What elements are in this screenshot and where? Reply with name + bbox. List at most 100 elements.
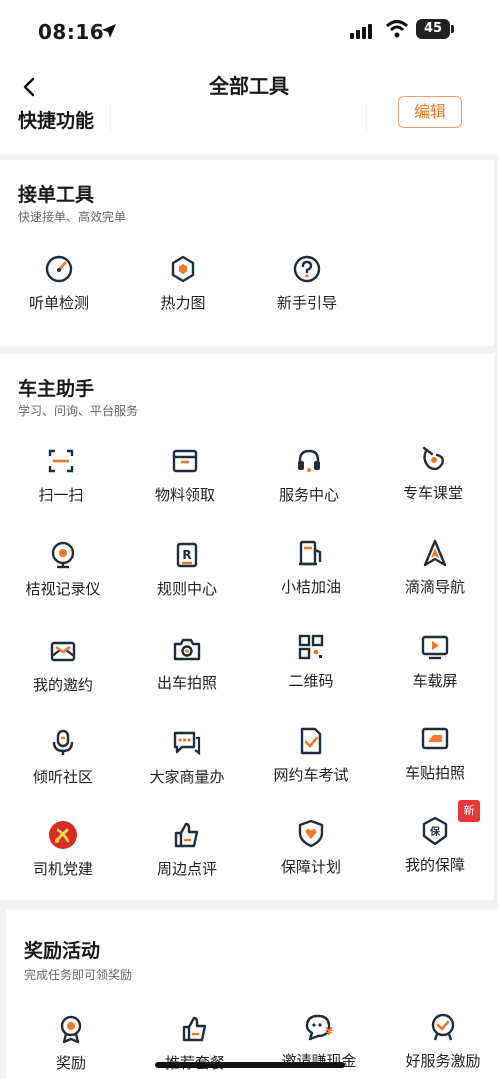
tool-label: 物料领取 bbox=[154, 486, 215, 504]
tool-departure-photo[interactable]: 出车拍照 bbox=[132, 634, 242, 693]
tool-scan[interactable]: 扫一扫 bbox=[6, 446, 116, 505]
headset-icon bbox=[298, 449, 320, 472]
tool-community[interactable]: 倾听社区 bbox=[8, 728, 118, 787]
chat-icon bbox=[173, 731, 201, 756]
section-rewards: 奖励活动 完成任务即可领奖励 奖励 推荐套餐 ¥ 邀请赚现金 好服务激励 bbox=[6, 910, 498, 1079]
tool-label: 网约车考试 bbox=[273, 766, 349, 784]
tool-label: 专车课堂 bbox=[402, 484, 463, 502]
tool-label: 司机党建 bbox=[32, 860, 93, 878]
tool-fuel[interactable]: 小桔加油 bbox=[256, 538, 366, 597]
svg-text:R: R bbox=[182, 548, 191, 562]
tool-listen-check[interactable]: 听单检测 bbox=[4, 254, 114, 313]
edit-button[interactable]: 编辑 bbox=[398, 96, 462, 128]
home-indicator[interactable] bbox=[155, 1062, 345, 1068]
section-subtitle: 快速接单、高效完单 bbox=[18, 210, 127, 224]
photo-icon bbox=[173, 638, 201, 661]
tool-discuss[interactable]: 大家商量办 bbox=[132, 728, 242, 787]
tool-label: 出车拍照 bbox=[156, 674, 217, 692]
tool-label: 车贴拍照 bbox=[404, 764, 465, 782]
tool-label: 大家商量办 bbox=[149, 768, 225, 786]
scan-icon bbox=[48, 449, 74, 473]
tool-car-screen[interactable]: 车载屏 bbox=[380, 632, 490, 691]
tool-protection-plan[interactable]: 保障计划 bbox=[256, 818, 366, 877]
section-title: 接单工具 bbox=[18, 184, 95, 206]
page-title: 全部工具 bbox=[209, 74, 289, 98]
location-arrow-icon bbox=[102, 24, 116, 38]
thumbs-up-icon bbox=[182, 1016, 207, 1042]
microphone-icon bbox=[52, 729, 74, 755]
tool-label: 规则中心 bbox=[156, 580, 217, 598]
section-order-tools: 接单工具 快速接单、高效完单 听单检测 热力图 新手引导 bbox=[0, 160, 494, 346]
tool-navigation[interactable]: 滴滴导航 bbox=[380, 538, 490, 597]
tool-label: 好服务激励 bbox=[405, 1052, 481, 1070]
tool-label: 奖励 bbox=[55, 1054, 86, 1072]
tool-class[interactable]: 专车课堂 bbox=[378, 444, 488, 503]
tool-material[interactable]: 物料领取 bbox=[130, 446, 240, 505]
camera-recorder-icon bbox=[51, 541, 75, 569]
insurance-icon: 保 bbox=[422, 816, 448, 846]
party-emblem-icon bbox=[49, 821, 77, 849]
status-time: 08:16 bbox=[38, 20, 105, 44]
tool-my-invitation[interactable]: 我的邀约 bbox=[8, 636, 118, 695]
tool-label: 服务中心 bbox=[278, 486, 339, 504]
tool-my-insurance[interactable]: 保 我的保障 新 bbox=[380, 800, 490, 875]
divider bbox=[110, 104, 111, 134]
tool-good-service-incentive[interactable]: 好服务激励 bbox=[388, 1012, 498, 1071]
tool-label: 周边点评 bbox=[156, 860, 217, 878]
tool-label: 听单检测 bbox=[28, 294, 89, 312]
tool-service-center[interactable]: 服务中心 bbox=[254, 446, 364, 505]
tool-party-building[interactable]: 司机党建 bbox=[8, 820, 118, 879]
section-title: 车主助手 bbox=[18, 378, 95, 400]
tool-beginner-guide[interactable]: 新手引导 bbox=[252, 254, 362, 313]
tool-exam[interactable]: 网约车考试 bbox=[256, 726, 366, 785]
battery-cap bbox=[451, 25, 454, 33]
section-subtitle: 学习、问询、平台服务 bbox=[18, 404, 139, 418]
rules-icon: R bbox=[176, 542, 198, 568]
tool-label: 保障计划 bbox=[280, 858, 341, 876]
cash-chat-icon: ¥ bbox=[305, 1014, 333, 1041]
battery-indicator: 45 bbox=[416, 19, 450, 39]
divider bbox=[366, 104, 367, 134]
tool-rewards[interactable]: 奖励 bbox=[16, 1014, 126, 1073]
class-icon bbox=[422, 446, 445, 471]
sticker-icon bbox=[421, 727, 449, 750]
svg-text:保: 保 bbox=[429, 825, 441, 838]
tool-label: 二维码 bbox=[288, 672, 334, 690]
tool-label: 新手引导 bbox=[276, 294, 337, 312]
tool-sticker-photo[interactable]: 车贴拍照 bbox=[380, 724, 490, 783]
section-title: 奖励活动 bbox=[24, 940, 101, 962]
svg-text:¥: ¥ bbox=[325, 1025, 333, 1038]
package-icon bbox=[172, 449, 198, 473]
question-icon bbox=[293, 255, 321, 283]
fuel-icon bbox=[299, 540, 322, 566]
tool-label: 热力图 bbox=[160, 294, 206, 312]
tool-qrcode[interactable]: 二维码 bbox=[256, 632, 366, 691]
hexagon-icon bbox=[171, 255, 195, 283]
tool-label: 我的保障 bbox=[404, 856, 465, 874]
exam-icon bbox=[300, 727, 322, 755]
tool-rules-center[interactable]: R 规则中心 bbox=[132, 540, 242, 599]
screen-icon bbox=[421, 635, 449, 660]
badge-check-icon bbox=[431, 1013, 455, 1041]
tool-label: 桔视记录仪 bbox=[25, 580, 101, 598]
tool-label: 车载屏 bbox=[412, 672, 458, 690]
tool-label: 小桔加油 bbox=[280, 578, 341, 596]
page-header: 全部工具 快捷功能 编辑 bbox=[0, 64, 498, 154]
new-badge: 新 bbox=[458, 800, 480, 822]
qrcode-icon bbox=[298, 634, 324, 660]
wifi-icon bbox=[385, 20, 409, 38]
tool-label: 我的邀约 bbox=[32, 676, 93, 694]
tool-label: 倾听社区 bbox=[32, 768, 93, 786]
tool-heatmap[interactable]: 热力图 bbox=[128, 254, 238, 313]
tool-dashcam[interactable]: 桔视记录仪 bbox=[8, 540, 118, 599]
thumbs-up-icon bbox=[174, 822, 199, 848]
navigation-icon bbox=[423, 539, 447, 567]
quick-functions-label: 快捷功能 bbox=[18, 110, 95, 132]
status-bar: 08:16 45 bbox=[0, 0, 498, 64]
tool-nearby-review[interactable]: 周边点评 bbox=[132, 820, 242, 879]
tool-label: 滴滴导航 bbox=[404, 578, 465, 596]
section-subtitle: 完成任务即可领奖励 bbox=[24, 968, 133, 982]
tool-label: 扫一扫 bbox=[38, 486, 84, 504]
section-driver-assistant: 车主助手 学习、问询、平台服务 扫一扫 物料领取 服务中心 专车课堂 桔视记录仪… bbox=[0, 354, 494, 900]
medal-icon bbox=[60, 1015, 82, 1044]
